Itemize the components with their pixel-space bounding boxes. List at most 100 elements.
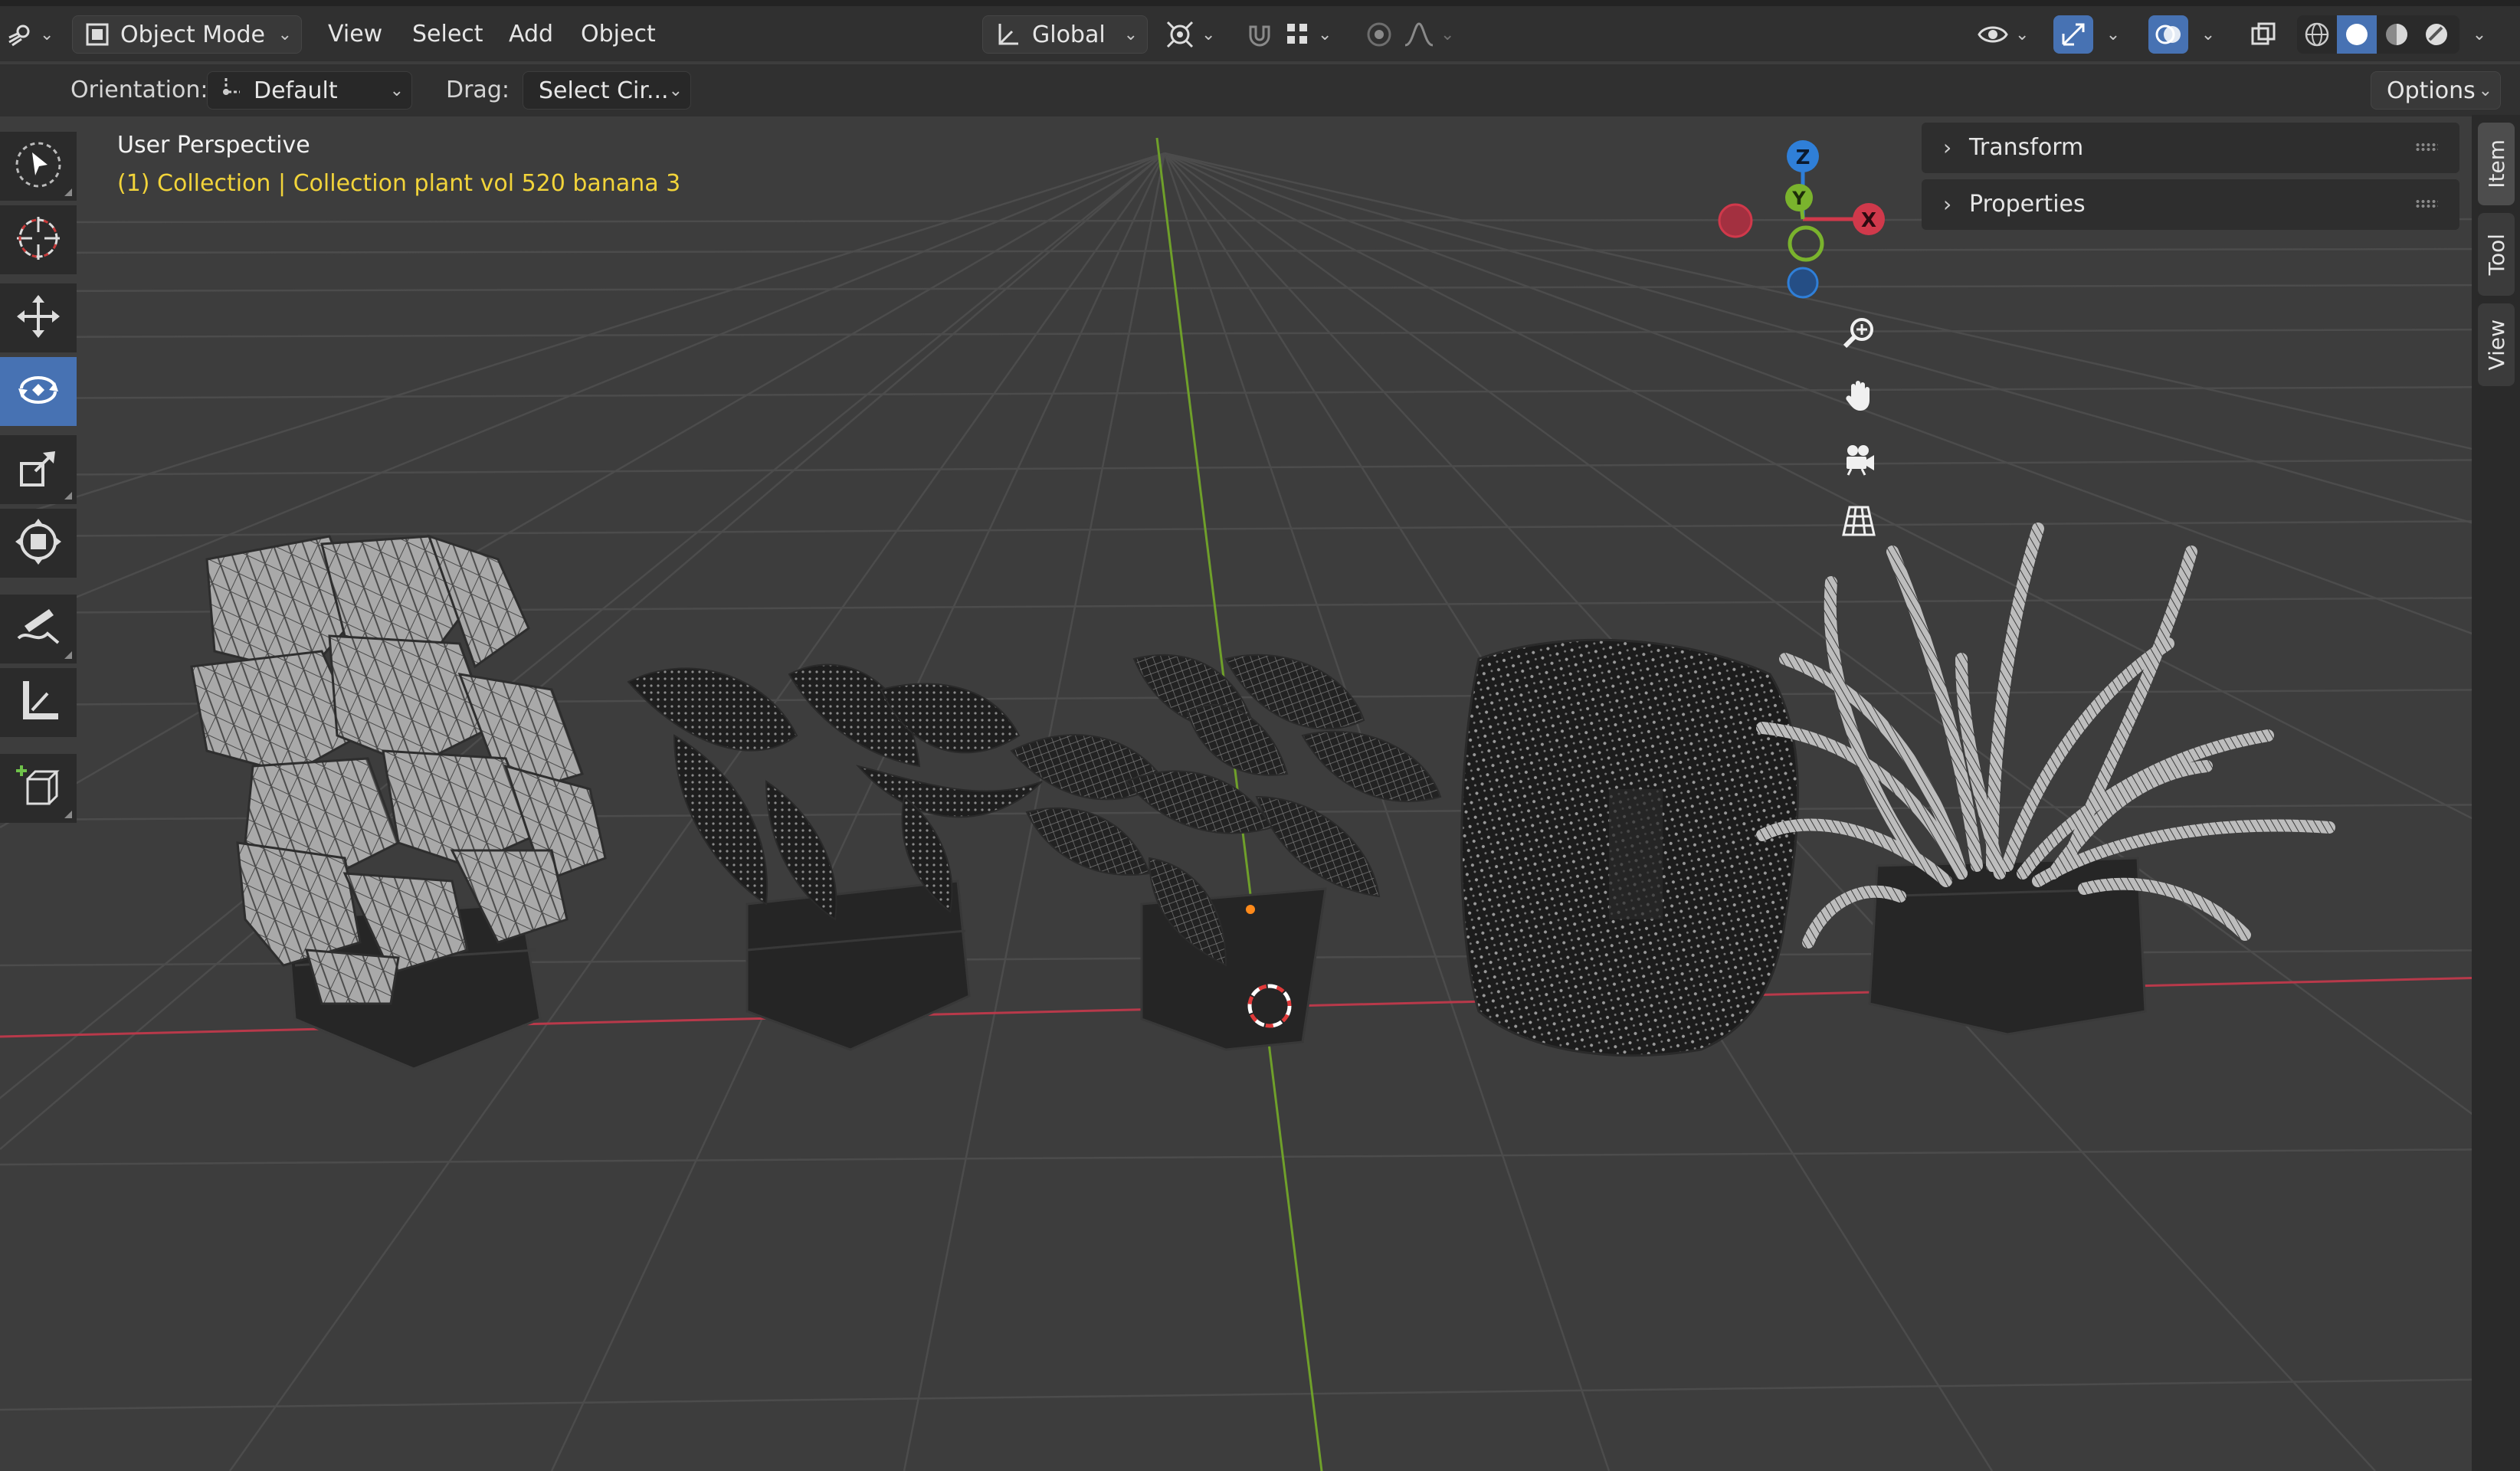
scale-icon: [14, 444, 63, 496]
window-top-border: [0, 0, 2520, 6]
cursor-arrow-icon: [14, 140, 63, 192]
add-cube-tool[interactable]: [0, 754, 77, 823]
drag-grip-icon[interactable]: [2415, 143, 2438, 152]
chevron-down-icon: ⌄: [277, 25, 292, 44]
solid-shading-icon[interactable]: [2337, 15, 2377, 54]
rendered-shading-icon[interactable]: [2417, 21, 2456, 48]
rotate-tool[interactable]: [0, 357, 77, 426]
ortho-grid-icon: [1840, 503, 1877, 542]
move-tool[interactable]: [0, 283, 77, 352]
tab-tool-label: Tool: [2483, 233, 2509, 276]
chevron-down-icon: ⌄: [668, 80, 683, 100]
shading-options-dropdown[interactable]: ⌄: [2463, 15, 2496, 54]
editor-type-icon: [6, 21, 34, 48]
snap-toggle[interactable]: [1238, 15, 1281, 54]
orientation-setting-value: Default: [254, 77, 338, 104]
measure-tool[interactable]: [0, 668, 77, 737]
menu-add[interactable]: Add: [509, 15, 553, 54]
snap-increment-icon: [1284, 21, 1312, 48]
zoom-button[interactable]: [1834, 310, 1883, 359]
tool-settings-bar: Orientation: Default ⌄ Drag: Select Cir.…: [0, 64, 2520, 116]
chevron-down-icon: ⌄: [1440, 25, 1455, 44]
rotate-icon: [14, 365, 63, 418]
menu-select[interactable]: Select: [412, 15, 483, 54]
gizmo-y-label: Y: [1791, 188, 1806, 209]
annotate-tool[interactable]: [0, 595, 77, 663]
pan-button[interactable]: [1834, 372, 1883, 421]
chevron-down-icon: ⌄: [1123, 25, 1138, 44]
transform-orientation-dropdown[interactable]: Global ⌄: [982, 15, 1148, 54]
menu-view[interactable]: View: [328, 15, 382, 54]
wireframe-shading-icon[interactable]: [2297, 21, 2337, 48]
editor-type-button[interactable]: ⌄: [6, 15, 60, 54]
drag-setting-label: Drag:: [446, 77, 510, 103]
tab-view-label: View: [2483, 319, 2509, 371]
move-arrows-icon: [14, 292, 63, 344]
cursor-tool[interactable]: [0, 205, 77, 274]
orientation-gizmo-icon: [217, 74, 244, 107]
drag-setting-dropdown[interactable]: Select Cir... ⌄: [523, 71, 691, 110]
object-origin-dot: [1246, 905, 1255, 914]
scale-tool[interactable]: [0, 435, 77, 504]
properties-panel-label: Properties: [1969, 191, 2086, 218]
overlays-dropdown[interactable]: ⌄: [2191, 15, 2225, 54]
tool-options-corner: [64, 651, 72, 659]
tab-item[interactable]: Item: [2478, 123, 2515, 205]
pivot-point-dropdown[interactable]: ⌄: [1165, 15, 1226, 54]
measure-ruler-icon: [14, 677, 63, 729]
menu-object[interactable]: Object: [581, 15, 656, 54]
overlays-toggle[interactable]: [2148, 15, 2188, 54]
camera-view-button[interactable]: [1834, 435, 1883, 484]
orientation-setting-label: Orientation:: [70, 77, 208, 103]
visibility-dropdown[interactable]: ⌄: [1977, 15, 2038, 54]
chevron-right-icon: ›: [1943, 135, 1952, 160]
plant-4-mesh[interactable]: [1460, 638, 1799, 1057]
material-preview-shading-icon[interactable]: [2377, 21, 2417, 48]
orientation-label: Global: [1032, 21, 1106, 48]
gizmo-z-label: Z: [1796, 146, 1811, 169]
tab-view[interactable]: View: [2478, 303, 2515, 386]
3d-cursor-tool-icon: [14, 214, 63, 266]
add-cube-icon: [14, 762, 63, 814]
gizmo-toggle[interactable]: [2053, 15, 2093, 54]
viewport-header: ⌄ Object Mode ⌄ View Select Add Object G…: [0, 0, 2520, 61]
orientation-axes-icon: [994, 21, 1021, 48]
gizmo-x-label: X: [1861, 209, 1876, 232]
drag-setting-value: Select Cir...: [539, 77, 669, 104]
xray-toggle[interactable]: [2243, 15, 2283, 54]
gizmo-dropdown[interactable]: ⌄: [2096, 15, 2130, 54]
ortho-toggle-button[interactable]: [1834, 498, 1883, 547]
transform-panel-label: Transform: [1969, 134, 2084, 161]
transform-tool[interactable]: [0, 509, 77, 578]
transform-icon: [14, 517, 63, 569]
viewport-view-name: User Perspective: [117, 132, 310, 159]
properties-panel-header[interactable]: › Properties: [1922, 179, 2459, 230]
chevron-down-icon: ⌄: [2015, 25, 2030, 44]
sidebar-tabs: Item Tool View: [2472, 115, 2520, 1471]
options-dropdown[interactable]: Options ⌄: [2371, 71, 2501, 110]
zoom-icon: [1840, 314, 1877, 354]
overlays-icon: [2154, 20, 2183, 49]
visibility-eye-icon: [1977, 21, 2009, 48]
falloff-dropdown[interactable]: ⌄: [1404, 15, 1465, 54]
xray-toggle-icon: [2250, 21, 2277, 48]
object-mode-icon: [84, 21, 111, 48]
gizmo-toggle-icon: [2059, 20, 2088, 49]
mode-label: Object Mode: [120, 21, 265, 48]
transform-panel-header[interactable]: › Transform: [1922, 123, 2459, 173]
snap-target-dropdown[interactable]: ⌄: [1284, 15, 1345, 54]
gizmo-neg-z[interactable]: [1787, 267, 1819, 299]
tab-tool[interactable]: Tool: [2478, 213, 2515, 296]
chevron-down-icon: ⌄: [2200, 25, 2216, 44]
tool-options-corner: [64, 492, 72, 500]
drag-grip-icon[interactable]: [2415, 199, 2438, 208]
snap-magnet-icon: [1244, 19, 1275, 50]
orientation-setting-dropdown[interactable]: Default ⌄: [207, 71, 412, 110]
mode-dropdown[interactable]: Object Mode ⌄: [72, 15, 302, 54]
shading-mode-group: [2297, 15, 2459, 54]
proportional-edit-toggle[interactable]: [1358, 15, 1401, 54]
blender-window: Z Y X ⌄ Object Mode ⌄ View Select Add Ob…: [0, 0, 2520, 1471]
gizmo-neg-x[interactable]: [1718, 203, 1753, 238]
select-box-tool[interactable]: [0, 132, 77, 201]
chevron-down-icon: ⌄: [2472, 25, 2487, 44]
